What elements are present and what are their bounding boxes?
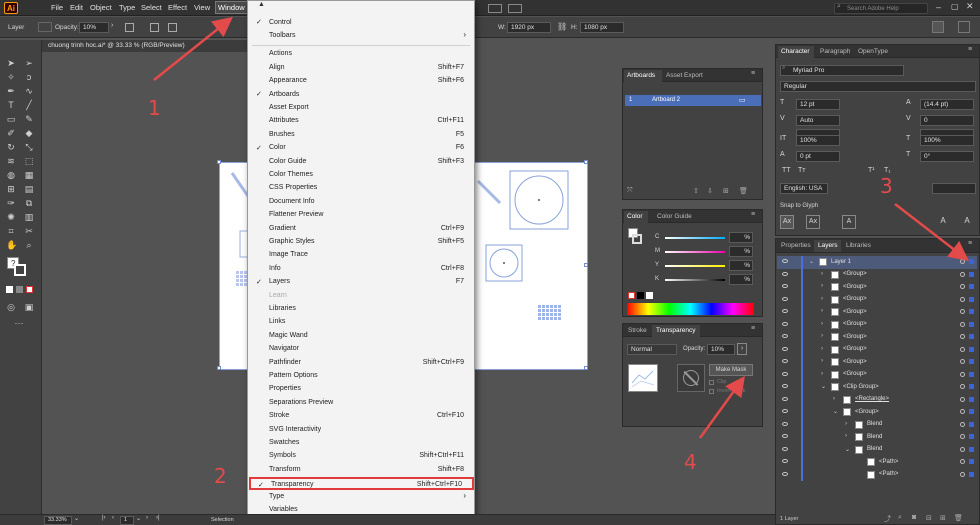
zoom-dropdown-icon[interactable]: ⌄ [74, 515, 79, 522]
prev-artboard-icon[interactable]: ‹ [112, 515, 114, 521]
last-artboard-icon[interactable]: ›| [156, 515, 160, 521]
annotation-number-3: 3 [880, 174, 893, 198]
page-field[interactable]: 1 [120, 516, 134, 525]
status-mode-text: Selection [211, 517, 234, 523]
annotation-number-2: 2 [214, 464, 227, 488]
status-bar: 33.33% ⌄ |‹ ‹ 1 ⌄ › ›| Selection [0, 514, 775, 525]
zoom-field[interactable]: 33.33% [44, 516, 72, 525]
next-artboard-icon[interactable]: › [146, 515, 148, 521]
arrow-4 [698, 375, 745, 439]
annotation-arrows [153, 16, 969, 439]
arrow-3 [894, 203, 969, 262]
arrow-1 [153, 16, 233, 81]
page-dropdown-icon[interactable]: ⌄ [136, 515, 141, 522]
first-artboard-icon[interactable]: |‹ [102, 515, 106, 521]
annotation-number-4: 4 [684, 450, 697, 474]
annotation-number-1: 1 [148, 96, 161, 120]
